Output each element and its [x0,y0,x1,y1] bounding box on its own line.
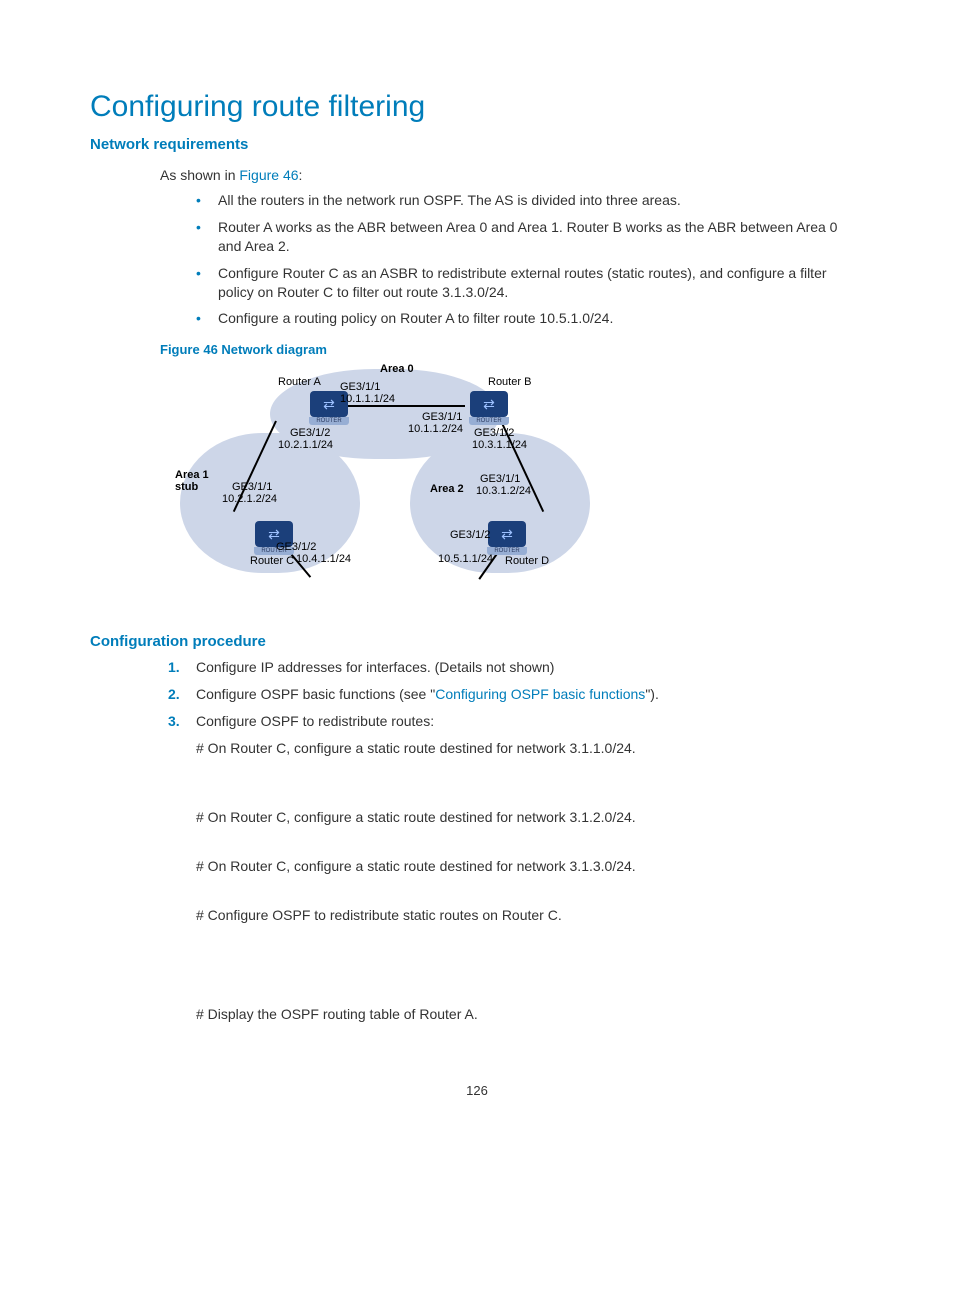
step-subtext: # Configure OSPF to redistribute static … [196,906,864,925]
procedure-list: Configure IP addresses for interfaces. (… [160,658,864,1023]
router-name: Router A [278,376,321,388]
iface-label: GE3/1/2 [450,529,490,541]
router-name: Router C [250,555,294,567]
ip-label: 10.4.1.1/24 [296,553,351,565]
router-icon [488,521,526,547]
router-name: Router B [488,376,531,388]
figure-link[interactable]: Figure 46 [239,167,298,183]
ip-label: 10.3.1.2/24 [476,485,531,497]
iface-label: GE3/1/2 [290,427,330,439]
ip-label: 10.1.1.1/24 [340,393,395,405]
network-diagram: ROUTER ROUTER ROUTER ROUTER Area 0 Area … [170,363,600,603]
step-subtext: # On Router C, configure a static route … [196,808,864,827]
figure-caption: Figure 46 Network diagram [160,342,864,357]
area-label: stub [175,481,198,493]
iface-label: GE3/1/1 [422,411,462,423]
list-item: Configure a routing policy on Router A t… [190,309,864,328]
step-subtext: # On Router C, configure a static route … [196,739,864,758]
router-icon [470,391,508,417]
iface-label: GE3/1/1 [340,381,380,393]
iface-label: GE3/1/2 [276,541,316,553]
router-sublabel: ROUTER [469,417,509,425]
iface-label: GE3/1/2 [474,427,514,439]
step-subtext: # Display the OSPF routing table of Rout… [196,1005,864,1024]
section-network-requirements: Network requirements [90,136,864,153]
step-item: Configure OSPF basic functions (see "Con… [160,685,864,704]
list-item: All the routers in the network run OSPF.… [190,191,864,210]
ip-label: 10.2.1.1/24 [278,439,333,451]
requirements-list: All the routers in the network run OSPF.… [190,191,864,328]
list-item: Router A works as the ABR between Area 0… [190,218,864,256]
step-text: Configure OSPF basic functions (see " [196,686,435,702]
area-label: Area 2 [430,483,464,495]
page-title: Configuring route filtering [90,90,864,124]
iface-label: GE3/1/1 [480,473,520,485]
step-item: Configure OSPF to redistribute routes: #… [160,712,864,1023]
ip-label: 10.1.1.2/24 [408,423,463,435]
router-sublabel: ROUTER [309,417,349,425]
step-item: Configure IP addresses for interfaces. (… [160,658,864,677]
list-item: Configure Router C as an ASBR to redistr… [190,264,864,302]
section-config-procedure: Configuration procedure [90,633,864,650]
step-text: Configure OSPF to redistribute routes: [196,713,434,729]
xref-link[interactable]: Configuring OSPF basic functions [435,686,645,702]
area-label: Area 1 [175,469,209,481]
intro-line: As shown in Figure 46: [160,167,864,183]
intro-suffix: : [299,167,303,183]
step-text: "). [645,686,659,702]
link-line [330,405,465,407]
page-number: 126 [90,1083,864,1098]
ip-label: 10.3.1.1/24 [472,439,527,451]
ip-label: 10.2.1.2/24 [222,493,277,505]
iface-label: GE3/1/1 [232,481,272,493]
ip-label: 10.5.1.1/24 [438,553,493,565]
area-label: Area 0 [380,363,414,375]
intro-prefix: As shown in [160,167,239,183]
router-name: Router D [505,555,549,567]
step-subtext: # On Router C, configure a static route … [196,857,864,876]
